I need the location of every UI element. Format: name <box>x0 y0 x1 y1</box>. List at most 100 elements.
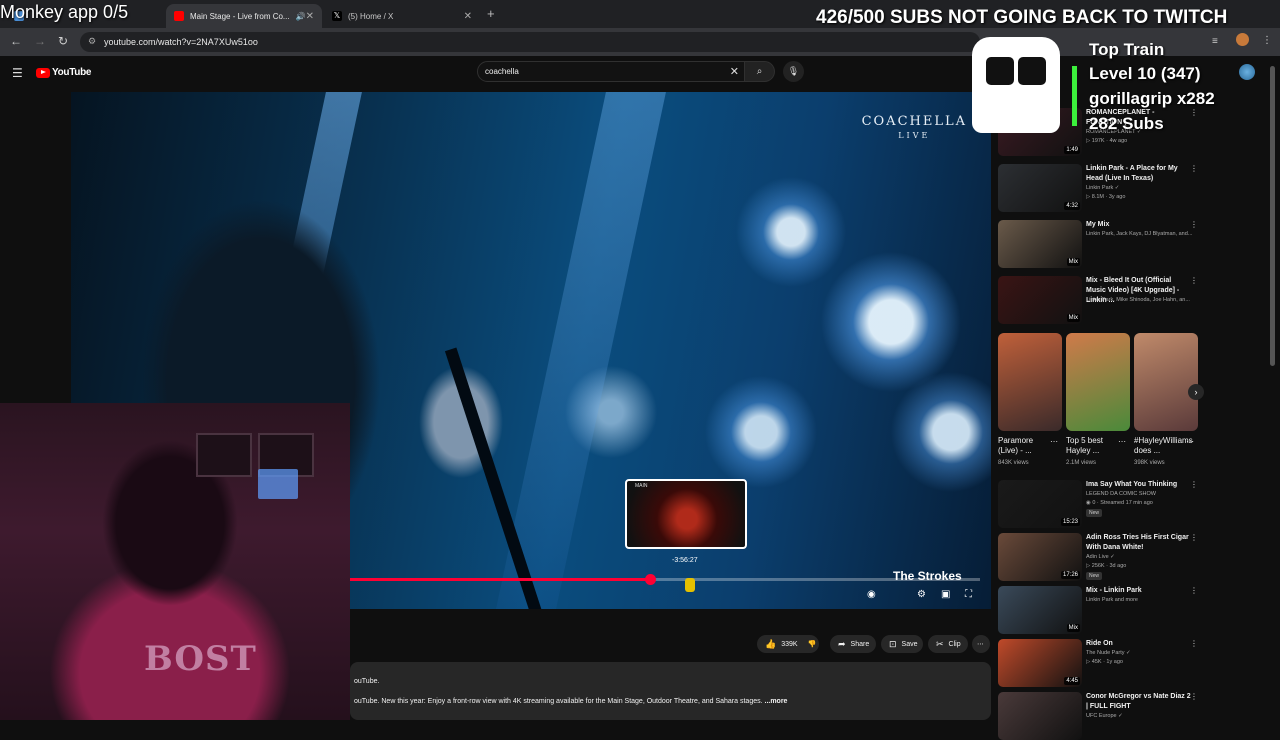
clip-button[interactable]: ✂ Clip <box>928 635 968 653</box>
thumbs-down-icon[interactable]: 👎 <box>808 640 817 648</box>
close-tab-icon[interactable]: ✕ <box>464 11 472 22</box>
show-more-link[interactable]: ...more <box>765 698 788 705</box>
video-title[interactable]: Linkin Park - A Place for My Head (Live … <box>1086 164 1192 184</box>
menu-icon[interactable]: ⋮ <box>1262 35 1272 46</box>
video-title[interactable]: My Mix <box>1086 220 1192 230</box>
reload-icon[interactable]: ↻ <box>58 34 68 48</box>
clip-label: Clip <box>948 640 961 648</box>
forward-icon[interactable]: → <box>34 34 46 48</box>
search-icon: ⌕ <box>756 66 763 77</box>
channel-name[interactable]: Adin Live ✓ <box>1086 554 1196 560</box>
channel-name[interactable]: The Nude Party ✓ <box>1086 650 1196 656</box>
new-badge: New <box>1086 509 1103 517</box>
short-title[interactable]: Paramore (Live) - ... <box>998 436 1044 456</box>
tab-search-icon[interactable]: ≡ <box>1212 36 1218 47</box>
settings-icon[interactable]: ⚙ <box>917 589 926 600</box>
video-title[interactable]: Ima Say What You Thinking <box>1086 480 1192 490</box>
more-icon[interactable]: ⋯ <box>1118 437 1126 446</box>
share-button[interactable]: ➦ Share <box>830 635 876 653</box>
video-title[interactable]: Mix - Linkin Park <box>1086 586 1192 596</box>
fullscreen-icon[interactable]: ⛶ <box>965 589 972 600</box>
channel-name[interactable]: Linkin Park, Mike Shinoda, Joe Hahn, an.… <box>1086 297 1196 303</box>
more-icon[interactable]: ⋮ <box>1190 639 1198 648</box>
video-title[interactable]: Ride On <box>1086 639 1192 649</box>
duration-badge: 4:32 <box>1064 202 1080 210</box>
video-thumbnail[interactable] <box>998 692 1082 740</box>
train-subs: 282 Subs <box>1089 114 1164 133</box>
channel-name[interactable]: Linkin Park ✓ <box>1086 185 1196 191</box>
autoplay-toggle-icon[interactable]: ◉ <box>867 589 876 600</box>
search-button[interactable]: ⌕ <box>745 61 775 82</box>
sidebar-scrollbar[interactable] <box>1270 66 1275 366</box>
voice-search-button[interactable]: 🎙 <box>783 61 804 82</box>
short-title[interactable]: Top 5 best Hayley ... <box>1066 436 1112 456</box>
video-thumbnail[interactable]: 4:32 <box>998 164 1082 212</box>
monkey-app-counter: Monkey app 0/5 <box>0 2 129 22</box>
search-input[interactable]: coachella ✕ <box>477 61 745 82</box>
recommended-video[interactable]: Conor McGregor vs Nate Diaz 2 | FULL FIG… <box>998 692 1206 740</box>
video-thumbnail[interactable]: 15:23 <box>998 480 1082 528</box>
recommended-video[interactable]: 17:26 Adin Ross Tries His First Cigar Wit… <box>998 533 1206 581</box>
hamburger-menu-icon[interactable]: ☰ <box>12 66 23 80</box>
short-thumbnail[interactable] <box>1134 333 1198 431</box>
video-thumbnail[interactable]: Mix <box>998 276 1082 324</box>
recommended-video[interactable]: Mix Mix - Bleed It Out (Official Music Vi… <box>998 276 1206 324</box>
video-thumbnail[interactable]: 17:26 <box>998 533 1082 581</box>
video-thumbnail[interactable]: 4:45 <box>998 639 1082 687</box>
channel-name[interactable]: Linkin Park, Jack Kays, DJ Blyatman, and… <box>1086 231 1196 237</box>
channel-name[interactable]: UFC Europe ✓ <box>1086 713 1196 719</box>
video-meta: ▷ 197K · 4w ago <box>1086 138 1128 144</box>
tab-youtube[interactable]: Main Stage - Live from Co... 🔊 ✕ <box>166 4 322 28</box>
video-meta: ▷ 8.1M · 3y ago <box>1086 194 1126 200</box>
recommended-video[interactable]: Mix Mix - Linkin Park ⋮ Linkin Park and mor… <box>998 586 1206 634</box>
more-icon[interactable]: ⋯ <box>1186 437 1194 446</box>
address-bar[interactable]: ⚙ youtube.com/watch?v=2NA7XUw51oo <box>80 32 980 52</box>
coachella-watermark: COACHELLA LIVE <box>862 114 967 140</box>
short-thumbnail[interactable] <box>998 333 1062 431</box>
duration-badge: Mix <box>1066 258 1080 266</box>
description-box[interactable] <box>350 662 991 720</box>
video-thumbnail[interactable]: Mix <box>998 220 1082 268</box>
more-icon[interactable]: ⋮ <box>1190 586 1198 595</box>
video-title[interactable]: Adin Ross Tries His First Cigar With Dan… <box>1086 533 1192 553</box>
more-icon[interactable]: ⋮ <box>1190 480 1198 489</box>
back-icon[interactable]: ← <box>10 34 22 48</box>
recommended-video[interactable]: Mix My Mix ⋮ Linkin Park, Jack Kays, DJ Bly… <box>998 220 1206 268</box>
recommended-video[interactable]: 4:45 Ride On ⋮ The Nude Party ✓ ▷ 45K · 1y a… <box>998 639 1206 687</box>
more-icon[interactable]: ⋮ <box>1190 164 1198 173</box>
recommended-video[interactable]: 15:23 Ima Say What You Thinking ⋮ LEGEND DA… <box>998 480 1206 528</box>
channel-name[interactable]: LEGEND DA COMIC SHOW <box>1086 491 1196 497</box>
tab-x[interactable]: 𝕏 (5) Home / X ✕ <box>324 4 480 28</box>
more-icon[interactable]: ⋮ <box>1190 108 1198 117</box>
video-thumbnail[interactable]: Mix <box>998 586 1082 634</box>
short-views: 843K views <box>998 460 1029 466</box>
youtube-logo[interactable]: YouTube <box>36 67 92 78</box>
recommended-video[interactable]: 4:32 Linkin Park - A Place for My Head (L… <box>998 164 1206 212</box>
clear-search-icon[interactable]: ✕ <box>730 65 739 78</box>
progress-bar[interactable] <box>350 574 980 585</box>
site-settings-icon[interactable]: ⚙ <box>88 36 96 47</box>
channel-name[interactable]: Linkin Park and more <box>1086 597 1196 603</box>
save-button[interactable]: ⊡ Save <box>881 635 923 653</box>
chevron-right-icon[interactable]: › <box>1188 384 1204 400</box>
scrubber-handle[interactable] <box>644 574 656 585</box>
more-icon[interactable]: ⋮ <box>1190 692 1198 701</box>
close-tab-icon[interactable]: ✕ <box>306 11 314 22</box>
new-tab-button[interactable]: + <box>487 6 495 21</box>
more-icon: ⋯ <box>977 641 984 648</box>
subs-goal-banner: 426/500 SUBS NOT GOING BACK TO TWITCH <box>816 7 1228 28</box>
video-title[interactable]: Conor McGregor vs Nate Diaz 2 | FULL FIG… <box>1086 692 1192 712</box>
short-thumbnail[interactable] <box>1066 333 1130 431</box>
scissors-icon: ✂ <box>936 638 944 649</box>
short-title[interactable]: #HayleyWilliams does ... <box>1134 436 1193 456</box>
more-icon[interactable]: ⋮ <box>1190 533 1198 542</box>
more-icon[interactable]: ⋮ <box>1190 220 1198 229</box>
more-icon[interactable]: ⋮ <box>1190 276 1198 285</box>
more-actions-button[interactable]: ⋯ <box>972 635 990 653</box>
account-avatar[interactable] <box>1239 64 1255 80</box>
like-button[interactable]: 👍 339K 👎 <box>757 635 819 653</box>
miniplayer-icon[interactable]: ▣ <box>941 589 950 600</box>
streamer-webcam: BOST <box>0 403 350 720</box>
more-icon[interactable]: ⋯ <box>1050 437 1058 446</box>
profile-icon[interactable] <box>1236 33 1249 46</box>
